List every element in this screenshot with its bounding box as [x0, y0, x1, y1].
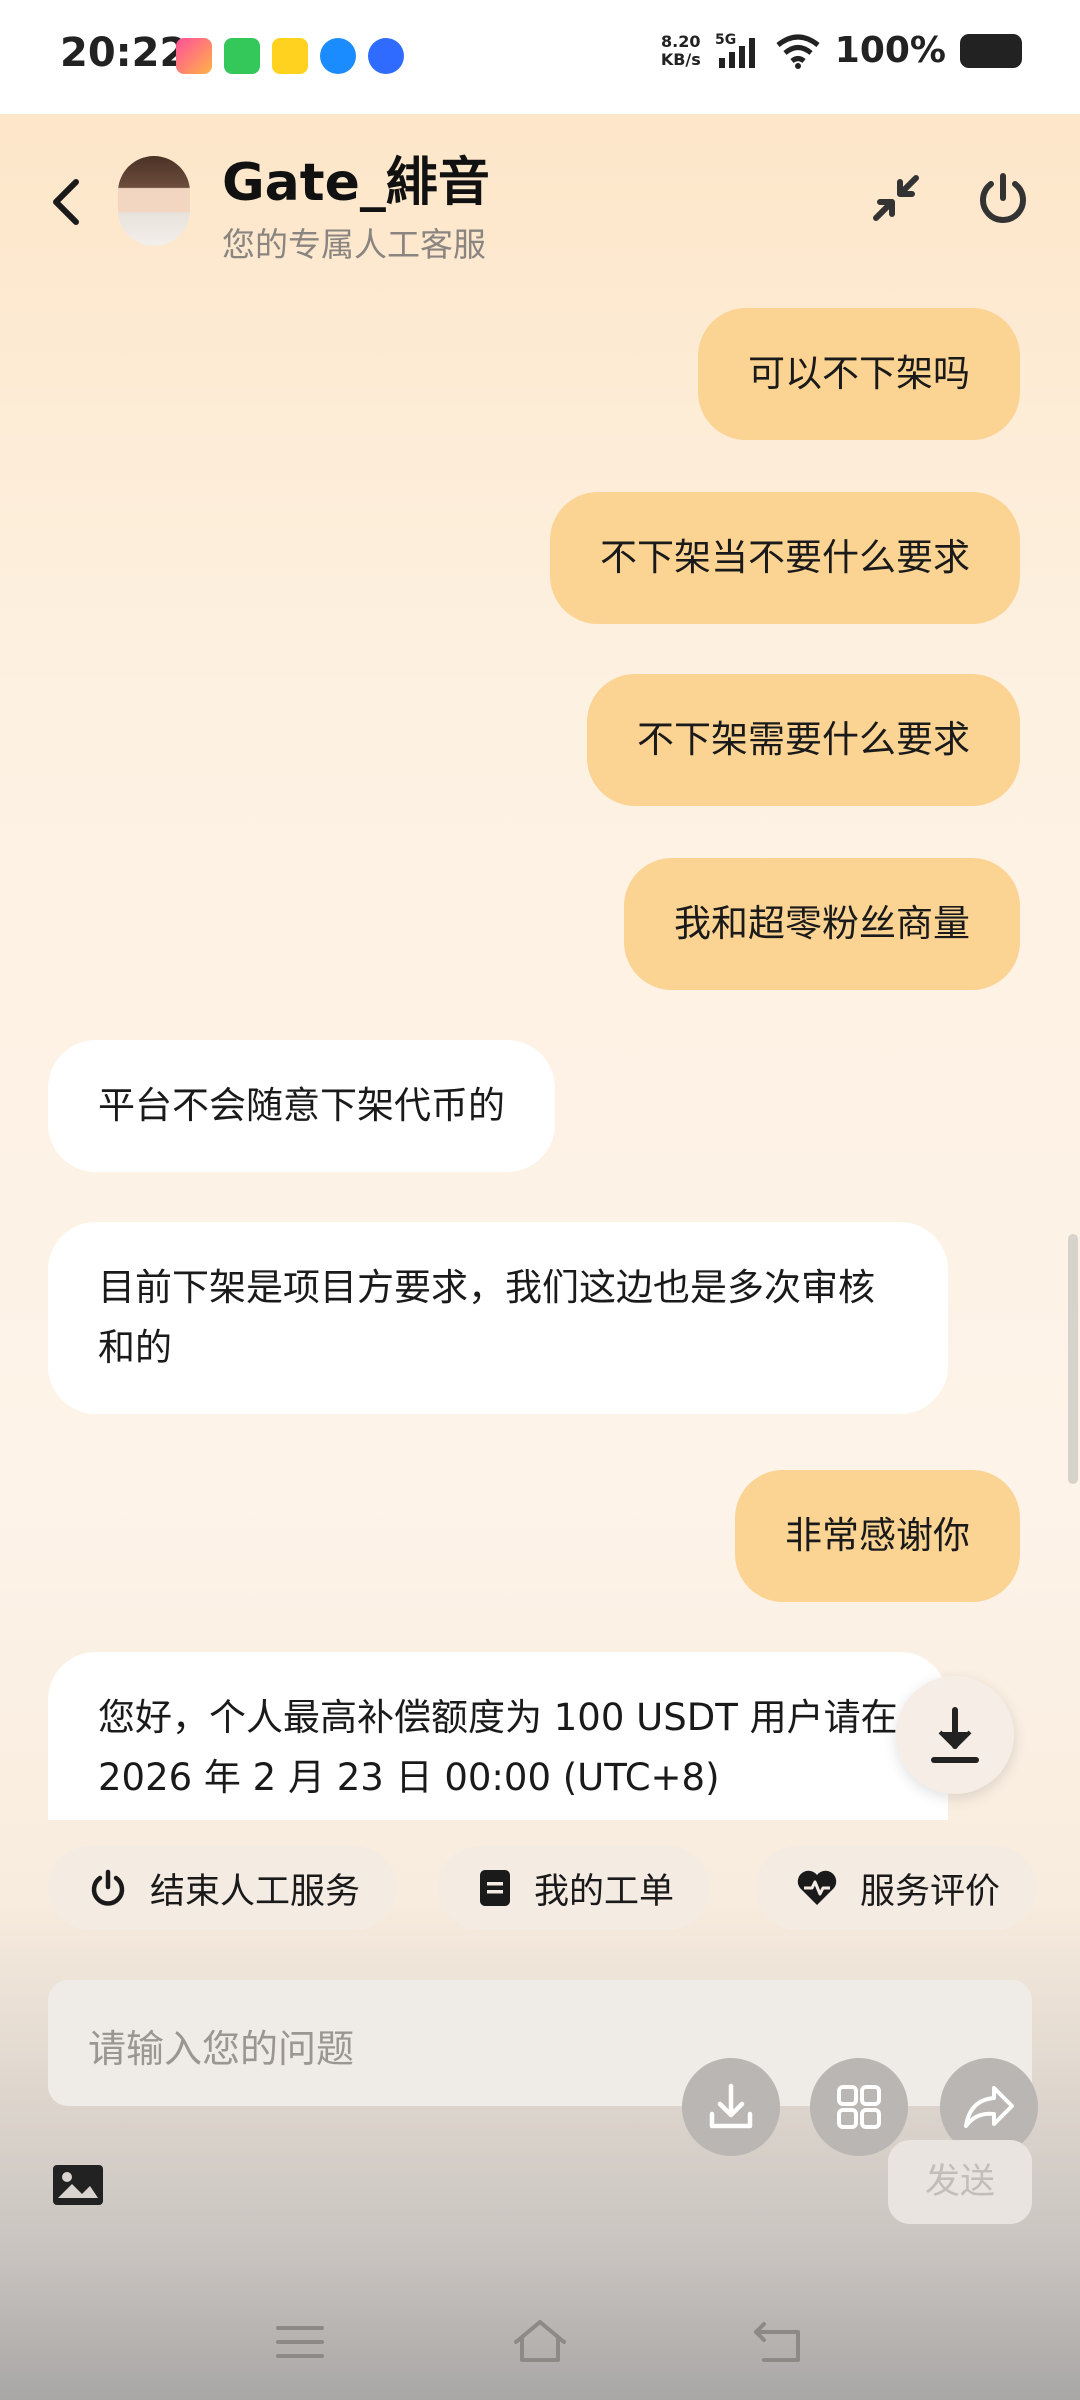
- back-icon[interactable]: [46, 174, 86, 230]
- chat-header: Gate_緋音 您的专属人工客服: [0, 114, 1080, 284]
- agent-avatar: [118, 156, 190, 246]
- agent-message: 平台不会随意下架代币的: [48, 1040, 555, 1172]
- agent-message: 您好，个人最高补偿额度为 100 USDT 用户请在 2026 年 2 月 23…: [48, 1652, 948, 1820]
- end-service-button[interactable]: 结束人工服务: [48, 1846, 397, 1930]
- home-icon[interactable]: [510, 2316, 570, 2368]
- notification-icons: [176, 38, 404, 74]
- input-placeholder: 请输入您的问题: [88, 2027, 355, 2071]
- user-message: 可以不下架吗: [698, 308, 1020, 440]
- menu-icon[interactable]: [270, 2316, 330, 2368]
- user-message: 我和超零粉丝商量: [624, 858, 1020, 990]
- agent-subtitle: 您的专属人工客服: [222, 225, 486, 264]
- signal-icon: 5G: [715, 32, 755, 68]
- minimize-icon[interactable]: [868, 170, 924, 226]
- image-upload-icon[interactable]: [52, 2164, 104, 2206]
- status-bar: 20:22 8.20 KB/s 5G 100%: [0, 0, 1080, 114]
- send-button[interactable]: 发送: [888, 2140, 1032, 2224]
- back-nav-icon[interactable]: [750, 2316, 810, 2368]
- end-service-label: 结束人工服务: [150, 1871, 361, 1912]
- battery-percent: 100%: [834, 30, 946, 71]
- agent-name: Gate_緋音: [222, 153, 490, 213]
- status-time: 20:22: [60, 30, 188, 76]
- agent-message: 目前下架是项目方要求，我们这边也是多次审核和的: [48, 1222, 948, 1414]
- wifi-icon: [776, 34, 820, 69]
- power-icon[interactable]: [974, 170, 1032, 228]
- service-rating-label: 服务评价: [860, 1871, 1001, 1912]
- system-nav-bar: [0, 2290, 1080, 2400]
- browser-app-icon: [320, 38, 356, 74]
- user-message: 不下架需要什么要求: [587, 674, 1020, 806]
- service-rating-button[interactable]: 服务评价: [756, 1846, 1037, 1930]
- scroll-to-bottom-icon[interactable]: [896, 1676, 1014, 1794]
- speed-unit: KB/s: [660, 49, 701, 69]
- my-tickets-button[interactable]: 我的工单: [438, 1846, 711, 1930]
- check-app-icon: [224, 38, 260, 74]
- download-icon[interactable]: [682, 2058, 780, 2156]
- yy-app-icon: [272, 38, 308, 74]
- battery-icon: [960, 33, 1022, 68]
- user-message: 非常感谢你: [735, 1470, 1020, 1602]
- speed-value: 8.20: [661, 31, 701, 51]
- video-app-icon: [176, 38, 212, 74]
- user-message: 不下架当不要什么要求: [550, 492, 1020, 624]
- document-icon: [480, 1870, 510, 1906]
- power-icon: [91, 1869, 125, 1906]
- svg-text:5G: 5G: [715, 32, 736, 48]
- grid-menu-icon[interactable]: [810, 2058, 908, 2156]
- my-tickets-label: 我的工单: [534, 1871, 675, 1912]
- heart-icon: [797, 1870, 837, 1905]
- baidu-app-icon: [368, 38, 404, 74]
- network-speed: 8.20 KB/s: [660, 31, 701, 69]
- scrollbar[interactable]: [1068, 1234, 1078, 1484]
